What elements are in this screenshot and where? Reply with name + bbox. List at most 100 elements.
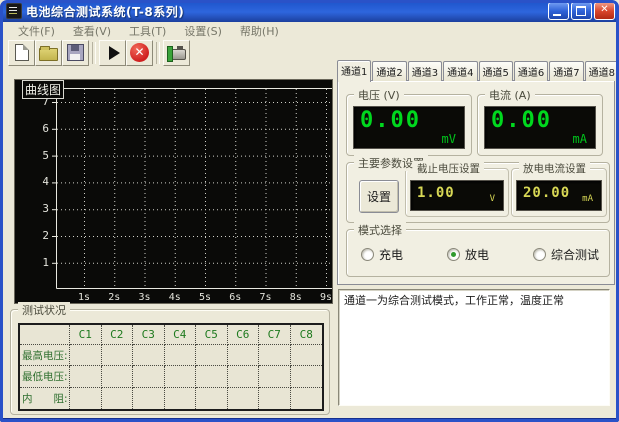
table-cell — [259, 345, 291, 366]
new-file-icon — [15, 44, 29, 61]
mode-options: 充电 放电 综合测试 — [361, 246, 599, 263]
tab-通道7[interactable]: 通道7 — [549, 61, 583, 81]
voltage-group: 电压 (V) 0.00 mV — [346, 94, 472, 156]
mode-select-group: 模式选择 充电放电综合测试 — [346, 229, 610, 277]
table-cell — [70, 388, 102, 409]
play-icon — [109, 46, 120, 60]
open-folder-icon — [39, 48, 58, 61]
table-cell: 最高电压: — [20, 345, 70, 366]
x-tick-label: 5s — [193, 292, 217, 303]
x-tick-label: 4s — [163, 292, 187, 303]
chart-grid — [56, 88, 332, 289]
tab-通道8[interactable]: 通道8 — [585, 61, 619, 81]
table-cell: C3 — [133, 325, 165, 345]
stop-test-button[interactable]: ✕ — [126, 40, 153, 66]
table-cell — [102, 366, 134, 387]
tab-通道5[interactable]: 通道5 — [479, 61, 513, 81]
cutoff-voltage-display: 1.00 V — [410, 180, 504, 211]
status-table: C1C2C3C4C5C6C7C8最高电压:最低电压:内 阻: — [18, 323, 324, 411]
table-cell — [291, 366, 323, 387]
tab-bar: 通道1通道2通道3通道4通道5通道6通道7通道8绘图通用 — [337, 63, 615, 81]
mode-option-放电[interactable]: 放电 — [447, 246, 489, 263]
table-cell — [228, 345, 260, 366]
table-cell: 最低电压: — [20, 366, 70, 387]
table-cell — [259, 366, 291, 387]
set-params-button[interactable]: 设置 — [359, 180, 399, 213]
table-cell — [133, 366, 165, 387]
minimize-button[interactable] — [548, 2, 569, 20]
table-cell: C5 — [196, 325, 228, 345]
cutoff-voltage-unit: V — [490, 194, 495, 204]
y-tick-label: 6 — [15, 122, 49, 135]
voltage-group-label: 电压 (V) — [354, 87, 404, 103]
table-cell — [259, 388, 291, 409]
menu-item[interactable]: 帮助(H) — [231, 22, 288, 40]
maximize-button[interactable] — [571, 2, 592, 20]
device-connect-button[interactable] — [163, 40, 190, 66]
radio-button[interactable] — [533, 248, 546, 261]
x-tick-label: 6s — [223, 292, 247, 303]
app-icon — [6, 3, 22, 19]
stop-icon: ✕ — [130, 43, 149, 62]
cutoff-voltage-label: 截止电压设置 — [413, 161, 484, 176]
mode-option-充电[interactable]: 充电 — [361, 246, 403, 263]
save-file-button[interactable] — [62, 40, 89, 66]
y-tick-label: 4 — [15, 175, 49, 188]
cutoff-voltage-value: 1.00 — [417, 185, 455, 201]
open-file-button[interactable] — [35, 40, 62, 66]
current-value: 0.00 — [491, 108, 552, 133]
table-cell: 内 阻: — [20, 388, 70, 409]
tab-通道1[interactable]: 通道1 — [337, 60, 371, 82]
table-cell: C7 — [259, 325, 291, 345]
radio-label: 充电 — [379, 246, 403, 263]
tab-通道3[interactable]: 通道3 — [408, 61, 442, 81]
table-cell — [228, 388, 260, 409]
table-cell: C1 — [70, 325, 102, 345]
table-cell — [196, 388, 228, 409]
voltage-unit: mV — [442, 132, 456, 146]
x-tick-label: 9s — [314, 292, 338, 303]
close-button[interactable]: ✕ — [594, 2, 615, 20]
y-tick-label: 1 — [15, 256, 49, 269]
menu-item[interactable]: 工具(T) — [120, 22, 175, 40]
current-group: 电流 (A) 0.00 mA — [477, 94, 603, 156]
voltage-display: 0.00 mV — [353, 106, 465, 149]
tab-通道4[interactable]: 通道4 — [443, 61, 477, 81]
x-tick-label: 8s — [284, 292, 308, 303]
table-cell — [20, 325, 70, 345]
table-cell — [291, 345, 323, 366]
menu-item[interactable]: 查看(V) — [64, 22, 120, 40]
radio-button[interactable] — [361, 248, 374, 261]
channel-tab-page: 电压 (V) 0.00 mV 电流 (A) 0.00 mA 主要参数设置 设置 … — [337, 80, 615, 285]
mode-option-综合测试[interactable]: 综合测试 — [533, 246, 599, 263]
chart-title: 曲线图 — [22, 80, 64, 99]
x-tick-label: 1s — [72, 292, 96, 303]
app-window: 电池综合测试系统(T-8系列) ✕ 文件(F)查看(V)工具(T)设置(S)帮助… — [0, 0, 619, 422]
discharge-current-display: 20.00 mA — [516, 180, 602, 211]
window-title: 电池综合测试系统(T-8系列) — [26, 3, 548, 20]
radio-button[interactable] — [447, 248, 460, 261]
table-cell: C8 — [291, 325, 323, 345]
discharge-current-group: 放电电流设置 20.00 mA — [511, 168, 607, 217]
table-cell — [133, 388, 165, 409]
current-group-label: 电流 (A) — [485, 87, 535, 103]
tab-通道2[interactable]: 通道2 — [372, 61, 406, 81]
test-status-label: 测试状况 — [18, 302, 70, 318]
x-tick-label: 7s — [254, 292, 278, 303]
tab-通道6[interactable]: 通道6 — [514, 61, 548, 81]
device-icon — [168, 49, 186, 60]
table-cell — [70, 345, 102, 366]
menu-item[interactable]: 文件(F) — [9, 22, 64, 40]
menu-item[interactable]: 设置(S) — [175, 22, 231, 40]
title-bar: 电池综合测试系统(T-8系列) ✕ — [0, 0, 619, 22]
discharge-current-value: 20.00 — [523, 185, 570, 201]
main-params-group: 主要参数设置 设置 截止电压设置 1.00 V 放电电流设置 20.00 mA — [346, 162, 610, 223]
new-file-button[interactable] — [8, 40, 35, 66]
channel-status-textbox[interactable]: 通道一为综合测试模式，工作正常，温度正常 — [338, 289, 610, 406]
curve-chart-panel: 曲线图 7654321 1s2s3s4s5s6s7s8s9s — [14, 79, 333, 304]
table-cell — [102, 388, 134, 409]
start-test-button[interactable] — [99, 40, 126, 66]
current-unit: mA — [573, 132, 587, 146]
mode-select-label: 模式选择 — [354, 222, 406, 238]
table-cell — [133, 345, 165, 366]
